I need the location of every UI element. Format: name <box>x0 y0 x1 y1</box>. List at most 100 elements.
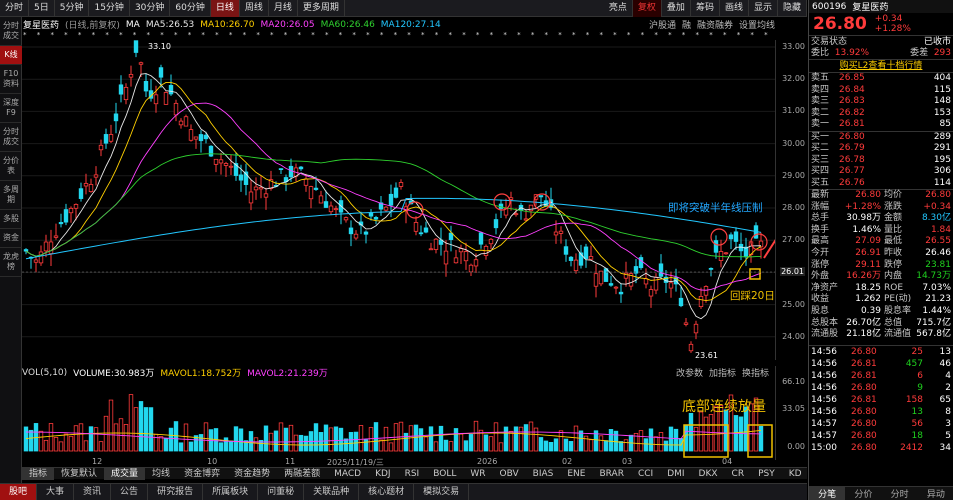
tick-price: 26.80 <box>851 382 877 393</box>
note-volume: 底部连续放量 <box>682 398 766 415</box>
period-tab[interactable]: 5分钟 <box>55 0 90 17</box>
indicator-tab[interactable]: BRAR <box>592 468 630 480</box>
indicator-tab[interactable]: ENE <box>560 468 592 480</box>
volume-bar <box>368 427 374 452</box>
period-tab[interactable]: 月线 <box>269 0 298 17</box>
indicator-tab[interactable]: 恢复默认 <box>54 468 104 480</box>
indicator-tab[interactable]: CCI <box>631 468 660 480</box>
left-tab[interactable]: 分价表 <box>0 152 22 181</box>
bottom-tab[interactable]: 模拟交易 <box>414 483 470 500</box>
indicator-tab[interactable]: MACD <box>327 468 368 480</box>
indicator-tab[interactable]: KD <box>782 468 809 480</box>
tick-tab[interactable]: 异动 <box>918 487 953 500</box>
toolbar-tool[interactable]: 隐藏 <box>778 0 807 17</box>
candle-body <box>208 145 214 157</box>
bottom-tab[interactable]: 问董秘 <box>258 483 305 500</box>
bottom-tab[interactable]: 公告 <box>111 483 149 500</box>
toolbar-tool[interactable]: 画线 <box>720 0 749 17</box>
indicator-tab[interactable]: 资金趋势 <box>227 468 277 480</box>
indicator-tab[interactable]: CR <box>725 468 752 480</box>
candle-body <box>333 208 339 211</box>
bottom-tab[interactable]: 资讯 <box>74 483 112 500</box>
price-tick: 32.00 <box>782 74 805 84</box>
bottom-tab[interactable]: 研究报告 <box>148 483 204 500</box>
period-tab[interactable]: 更多周期 <box>298 0 345 17</box>
indicator-tab[interactable]: RSI <box>398 468 427 480</box>
indicator-tab[interactable]: 均线 <box>145 468 177 480</box>
candle-body <box>353 233 359 239</box>
volume-bar <box>418 428 424 452</box>
indicator-tab[interactable]: KDJ <box>368 468 398 480</box>
stat-label: 内盘 <box>884 271 903 282</box>
period-tab[interactable]: 60分钟 <box>170 0 211 17</box>
tick-time: 14:57 <box>811 430 837 441</box>
tick-tab[interactable]: 分价 <box>845 487 881 500</box>
vol-link[interactable]: 改参数 <box>676 366 703 379</box>
left-tab[interactable]: F10资料 <box>0 65 22 94</box>
indicator-tab[interactable]: PSY <box>751 468 782 480</box>
indicator-tab[interactable]: 资金博弈 <box>177 468 227 480</box>
left-tab[interactable]: 多周期 <box>0 181 22 210</box>
vol-link[interactable]: 加指标 <box>709 366 736 379</box>
toolbar-tool[interactable]: 筹码 <box>691 0 720 17</box>
volume-chart[interactable]: 底部连续放量 <box>22 379 775 459</box>
indicator-tab[interactable]: 成交量 <box>104 467 146 480</box>
tick-tab[interactable]: 分笔 <box>809 487 846 500</box>
kline-chart[interactable]: 33.10 23.61 即将突破半年线压制回踩20日均线 <box>22 40 775 360</box>
indicator-tab[interactable]: WR <box>463 468 492 480</box>
toolbar-tool[interactable]: 复权 <box>632 0 662 17</box>
indicator-tab[interactable]: 两融差额 <box>277 468 327 480</box>
toolbar-tool[interactable]: 叠加 <box>662 0 691 17</box>
volume-bar <box>518 426 524 452</box>
ma20-value: MA20:26.05 <box>260 19 315 30</box>
period-tab[interactable]: 周线 <box>240 0 269 17</box>
toolbar-tool[interactable]: 显示 <box>749 0 778 17</box>
volume-bar <box>378 439 384 452</box>
price-tick: 25.00 <box>782 299 805 309</box>
candle-body <box>708 267 714 270</box>
indicator-tab[interactable]: BOLL <box>426 468 463 480</box>
stat-label: 股息率 <box>884 305 912 316</box>
vol-link[interactable]: 换指标 <box>742 366 769 379</box>
bottom-tab[interactable]: 所属板块 <box>203 483 259 500</box>
period-tab[interactable]: 日线 <box>210 0 240 17</box>
indicator-tab[interactable]: BIAS <box>526 468 561 480</box>
ask-qty: 85 <box>939 119 951 129</box>
candle-body <box>238 174 244 181</box>
header-link[interactable]: 融资融券 <box>697 18 733 31</box>
ask-price: 26.84 <box>839 84 865 95</box>
stat-value: 26.80 <box>855 190 881 200</box>
header-link[interactable]: 设置均线 <box>739 18 775 31</box>
period-tab[interactable]: 5日 <box>29 0 55 17</box>
indicator-tab[interactable]: 指标 <box>22 467 55 480</box>
left-tab[interactable]: 分时成交 <box>0 17 22 46</box>
indicator-tab[interactable]: DMI <box>660 468 691 480</box>
bid-qty: 195 <box>933 154 951 165</box>
l2-link[interactable]: 购买L2查看十档行情 <box>809 59 953 72</box>
period-tab[interactable]: 分时 <box>0 0 30 17</box>
bottom-tab[interactable]: 关联品种 <box>304 483 360 500</box>
volume-bar <box>543 440 549 452</box>
left-tab[interactable]: 龙虎榜 <box>0 248 22 277</box>
left-tab[interactable]: 深度F9 <box>0 94 22 123</box>
left-tab[interactable]: 资金 <box>0 229 22 248</box>
left-tab[interactable]: 多股 <box>0 210 22 229</box>
period-tab[interactable]: 15分钟 <box>89 0 130 17</box>
indicator-tab[interactable]: DKX <box>692 468 725 480</box>
header-link[interactable]: 融 <box>682 18 691 31</box>
candle-body <box>33 259 39 263</box>
left-tab[interactable]: 分时成交 <box>0 123 22 152</box>
ma-line <box>25 153 762 258</box>
header-link[interactable]: 沪股通 <box>649 18 676 31</box>
note-ma20: 回踩20日均线 <box>730 289 775 302</box>
tick-tab[interactable]: 分时 <box>882 487 918 500</box>
volume-bar <box>558 430 564 452</box>
bottom-tab[interactable]: 大事 <box>37 483 75 500</box>
bottom-tab[interactable]: 核心题材 <box>359 483 415 500</box>
stat-label: 最高 <box>811 236 830 247</box>
toolbar-tool[interactable]: 亮点 <box>604 0 633 17</box>
period-tab[interactable]: 30分钟 <box>130 0 171 17</box>
left-tab[interactable]: K线 <box>0 46 22 65</box>
bottom-tab[interactable]: 股吧 <box>0 483 38 500</box>
indicator-tab[interactable]: OBV <box>493 468 526 480</box>
